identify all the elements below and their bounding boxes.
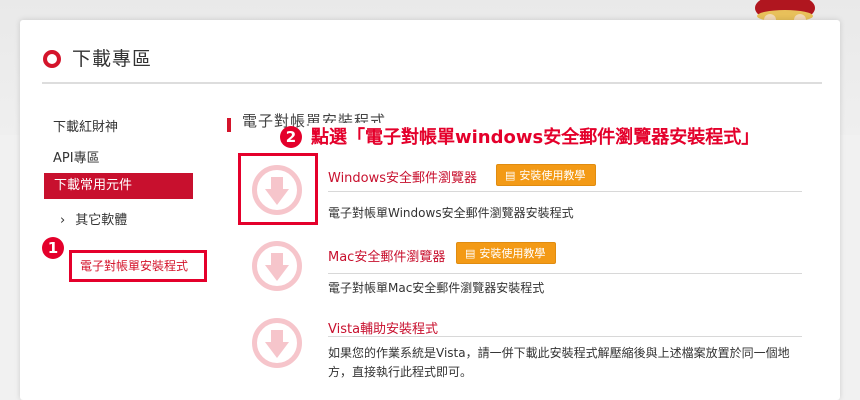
step-2-badge: 2	[280, 126, 302, 148]
step-2-instruction: 點選「電子對帳單windows安全郵件瀏覽器安裝程式」	[309, 123, 762, 149]
sidebar-item-other-software[interactable]: › 其它軟體	[60, 209, 127, 228]
step-1-badge: 1	[42, 237, 64, 259]
download-arrow-icon[interactable]	[252, 165, 302, 215]
download-panel: 下載專區 下載紅財神 API專區 下載常用元件 › 其它軟體 電子對帳單安裝程式 …	[20, 20, 840, 400]
install-guide-label: 安裝使用教學	[479, 247, 546, 260]
header-divider	[42, 82, 822, 84]
section-marker	[227, 118, 231, 132]
book-icon: ▤	[465, 247, 476, 260]
row-divider	[328, 273, 802, 274]
download-title-windows[interactable]: Windows安全郵件瀏覽器	[328, 167, 477, 186]
download-desc-windows: 電子對帳單Windows安全郵件瀏覽器安裝程式	[328, 206, 574, 220]
row-divider	[328, 191, 802, 192]
chevron-right-icon: ›	[60, 213, 66, 228]
download-title-vista[interactable]: Vista輔助安裝程式	[328, 318, 438, 337]
download-desc-vista: 如果您的作業系統是Vista，請一併下載此安裝程式解壓縮後與上述檔案放置於同一個…	[328, 346, 790, 379]
sidebar-item-red-caishen[interactable]: 下載紅財神	[53, 116, 118, 135]
sidebar-item-api[interactable]: API專區	[53, 147, 100, 166]
install-guide-button-mac[interactable]: ▤ 安裝使用教學	[456, 242, 557, 264]
download-desc-mac: 電子對帳單Mac安全郵件瀏覽器安裝程式	[328, 281, 545, 295]
row-divider	[328, 336, 802, 337]
sidebar-sub-label: 其它軟體	[75, 213, 128, 228]
sidebar-item-statement-installer[interactable]: 電子對帳單安裝程式	[69, 250, 207, 282]
download-title-mac[interactable]: Mac安全郵件瀏覽器	[328, 246, 445, 265]
install-guide-button-windows[interactable]: ▤ 安裝使用教學	[496, 164, 597, 186]
install-guide-label: 安裝使用教學	[519, 169, 586, 182]
download-arrow-icon[interactable]	[252, 241, 302, 291]
circle-ring-icon	[43, 50, 61, 68]
sidebar-item-common-components[interactable]: 下載常用元件	[44, 173, 193, 199]
page-title: 下載專區	[72, 48, 153, 70]
book-icon: ▤	[505, 169, 516, 182]
panel-header: 下載專區	[20, 20, 840, 82]
download-arrow-icon[interactable]	[252, 318, 302, 368]
